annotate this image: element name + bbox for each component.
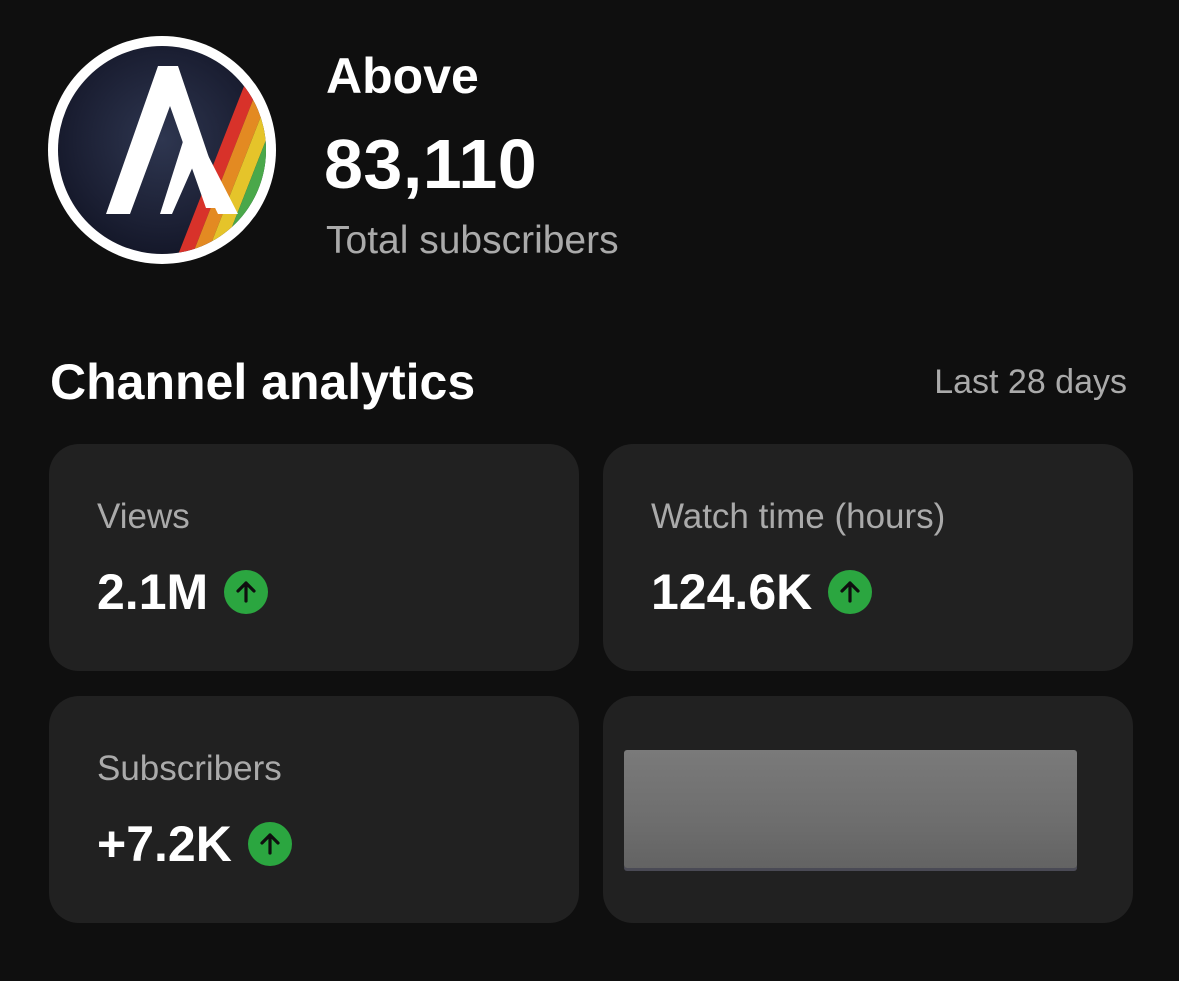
channel-avatar[interactable] xyxy=(48,36,276,264)
views-value-row: 2.1M xyxy=(97,562,269,622)
watch-time-card[interactable]: Watch time (hours) 124.6K xyxy=(603,444,1133,671)
period-label[interactable]: Last 28 days xyxy=(934,360,1127,404)
trend-up-icon xyxy=(247,822,292,866)
watch-time-value-row: 124.6K xyxy=(651,562,873,622)
channel-dashboard: Above 83,110 Total subscribers Channel a… xyxy=(0,0,1179,981)
subscribers-value: +7.2K xyxy=(97,816,232,872)
redaction-block xyxy=(624,750,1077,868)
subscribers-label: Subscribers xyxy=(97,749,282,788)
views-value: 2.1M xyxy=(97,564,209,620)
channel-name: Above xyxy=(326,48,479,104)
total-subscriber-count: 83,110 xyxy=(324,125,538,203)
mountain-logo-icon xyxy=(58,46,266,254)
subscribers-card[interactable]: Subscribers +7.2K xyxy=(49,696,579,923)
trend-up-icon xyxy=(828,570,873,614)
section-title: Channel analytics xyxy=(50,354,476,410)
redacted-card[interactable] xyxy=(603,696,1133,923)
subscribers-value-row: +7.2K xyxy=(97,814,292,874)
watch-time-value: 124.6K xyxy=(651,564,813,620)
total-subscribers-label: Total subscribers xyxy=(326,219,619,262)
views-card[interactable]: Views 2.1M xyxy=(49,444,579,671)
views-label: Views xyxy=(97,497,190,536)
trend-up-icon xyxy=(224,570,269,614)
watch-time-label: Watch time (hours) xyxy=(651,497,946,536)
